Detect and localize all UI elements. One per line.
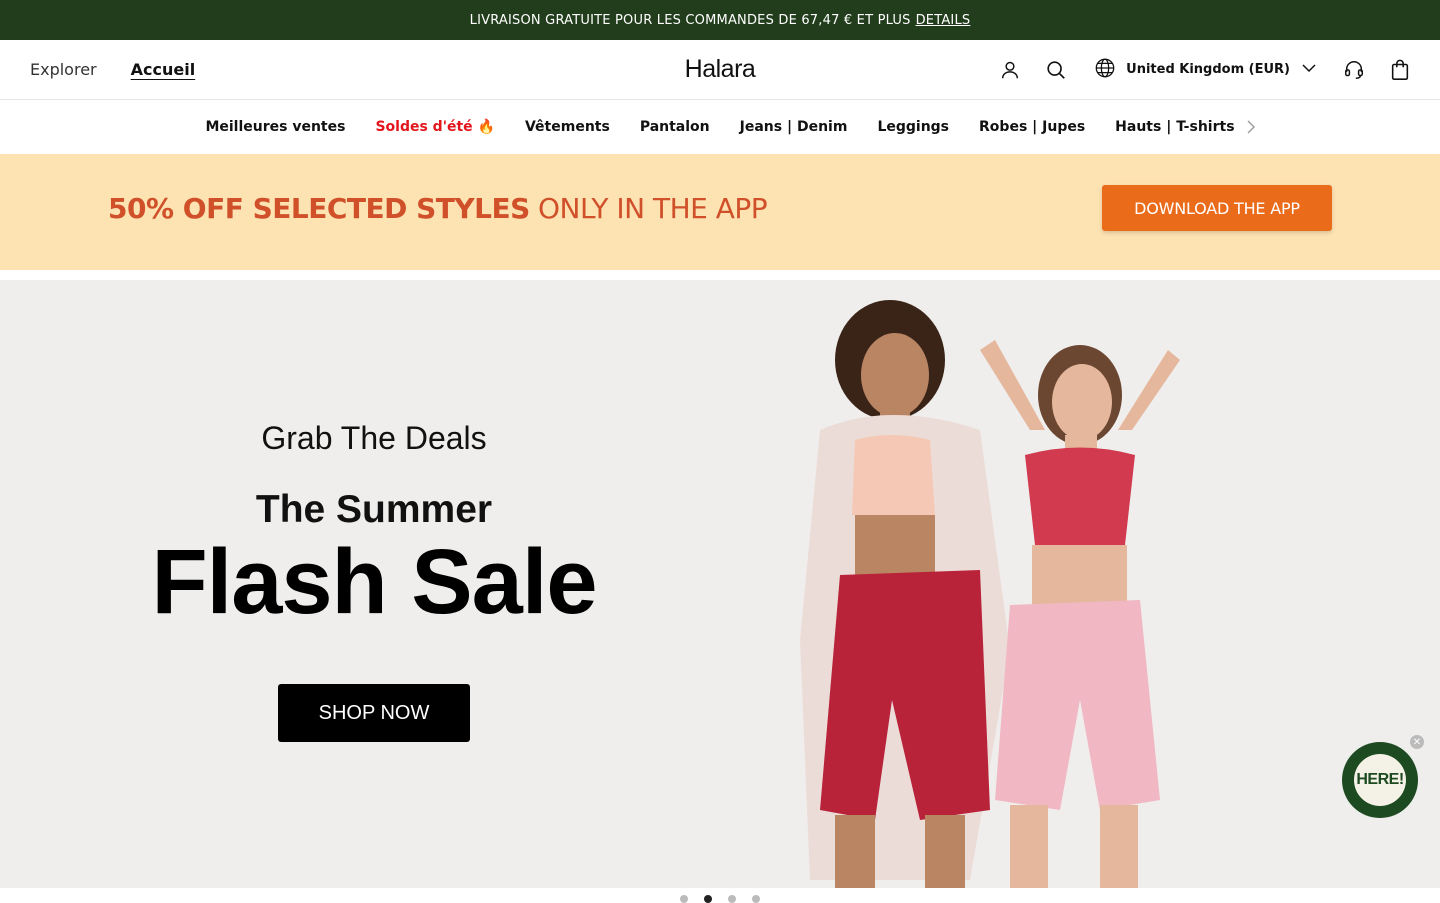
site-header: Explorer Accueil Halara United Kingdom (… [0,40,1440,100]
globe-icon [1094,57,1116,83]
announcement-text: LIVRAISON GRATUITE POUR LES COMMANDES DE… [469,12,911,28]
download-app-button[interactable]: DOWNLOAD THE APP [1102,185,1332,231]
header-actions: United Kingdom (EUR) [998,57,1412,83]
brand-logo[interactable]: Halara [685,55,756,84]
nav-item-jeans-denim[interactable]: Jeans | Denim [740,119,848,135]
region-selector[interactable]: United Kingdom (EUR) [1094,57,1318,83]
category-nav: Meilleures ventes Soldes d'été 🔥 Vêtemen… [0,100,1440,154]
home-link[interactable]: Accueil [131,60,196,79]
shopping-bag-icon[interactable] [1388,58,1412,82]
promo-subline: ONLY IN THE APP [538,192,768,225]
free-gift-badge[interactable]: HERE! [1342,742,1418,818]
app-promo-banner[interactable]: 50% OFF SELECTED STYLES ONLY IN THE APP … [0,154,1440,270]
nav-item-summer-sale[interactable]: Soldes d'été 🔥 [375,119,495,135]
announcement-bar: LIVRAISON GRATUITE POUR LES COMMANDES DE… [0,0,1440,40]
header-left-links: Explorer Accueil [30,60,195,79]
region-label: United Kingdom (EUR) [1126,62,1290,77]
carousel-dot-active[interactable] [704,895,712,903]
hero-banner[interactable]: Grab The Deals The Summer Flash Sale SHO… [0,280,1440,888]
nav-item-best-sellers[interactable]: Meilleures ventes [205,119,345,135]
carousel-dot[interactable] [680,895,688,903]
nav-next-arrow-icon[interactable] [1244,119,1258,139]
promo-headline: 50% OFF SELECTED STYLES [108,192,530,225]
carousel-dot[interactable] [728,895,736,903]
search-icon[interactable] [1044,58,1068,82]
hero-kicker: Grab The Deals [261,420,487,456]
support-headset-icon[interactable] [1342,58,1366,82]
account-icon[interactable] [998,58,1022,82]
explore-link[interactable]: Explorer [30,60,97,79]
carousel-dot[interactable] [752,895,760,903]
spacer [0,270,1440,280]
nav-item-tops-tshirts[interactable]: Hauts | T-shirts [1115,119,1234,135]
close-icon[interactable]: ✕ [1410,735,1424,749]
free-gift-label: HERE! [1354,754,1406,806]
hero-title-line2: Flash Sale [151,531,597,633]
nav-item-dresses-skirts[interactable]: Robes | Jupes [979,119,1085,135]
shop-now-button[interactable]: SHOP NOW [278,684,470,742]
nav-item-leggings[interactable]: Leggings [877,119,949,135]
nav-item-pants[interactable]: Pantalon [640,119,710,135]
hero-title-line1: The Summer [255,488,493,531]
chevron-down-icon [1300,59,1318,81]
nav-item-clothing[interactable]: Vêtements [525,119,610,135]
announcement-details-link[interactable]: DETAILS [916,13,971,28]
hero-models-photo [800,300,1180,888]
carousel-dots [0,888,1440,903]
